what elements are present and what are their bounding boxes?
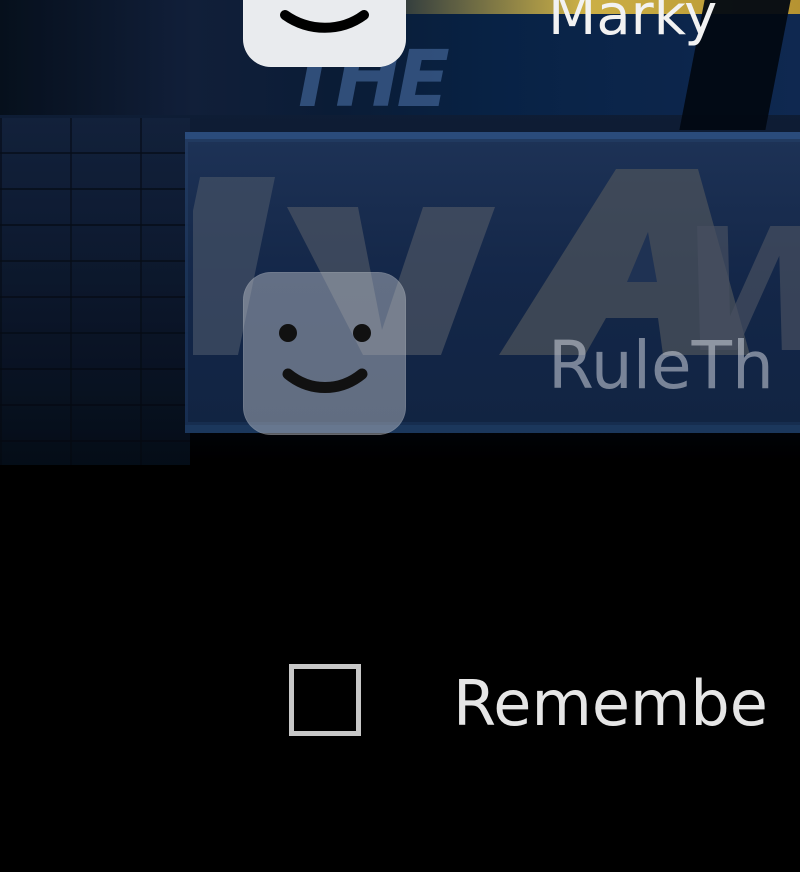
smiley-face-icon (280, 10, 369, 33)
account-avatar-selected[interactable] (243, 0, 406, 67)
account-row-selected[interactable]: Marky (0, 0, 800, 67)
account-avatar-dimmed[interactable] (243, 272, 406, 435)
remember-me-checkbox[interactable] (289, 664, 361, 736)
account-row-dimmed[interactable]: RuleTh (0, 272, 800, 435)
account-name-dimmed[interactable]: RuleTh (548, 333, 774, 399)
remember-me-row[interactable]: Remembe (289, 660, 800, 750)
account-name-selected[interactable]: Marky (548, 0, 717, 44)
remember-me-label[interactable]: Remembe (453, 673, 768, 735)
smiley-face-icon (279, 324, 371, 393)
login-screen: THE WA Marky RuleTh Remembe (0, 0, 800, 872)
